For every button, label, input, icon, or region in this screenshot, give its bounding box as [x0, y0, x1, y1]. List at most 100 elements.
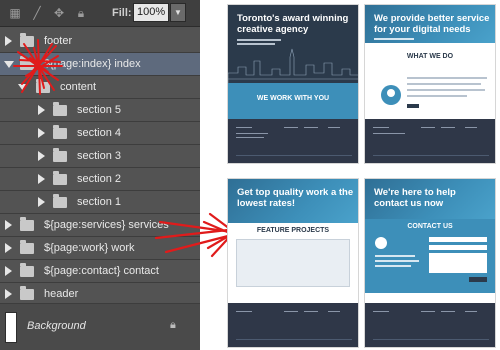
layers-toolbar: ▦ ╱ ✥ 🔒︎ Fill: 100% ▼	[0, 0, 200, 27]
layer-section-2[interactable]: section 2	[0, 168, 200, 191]
site-footer	[228, 303, 358, 347]
collapse-arrow-icon[interactable]	[4, 61, 14, 68]
preview-contact: We're here to help contact us now CONTAC…	[364, 178, 496, 348]
site-footer	[365, 303, 495, 347]
folder-icon	[53, 148, 67, 162]
expand-arrow-icon[interactable]	[5, 36, 12, 46]
layer-label: ${page:work} work	[44, 242, 135, 254]
form-submit	[469, 277, 487, 282]
text-line	[374, 38, 414, 40]
folder-icon	[20, 217, 34, 231]
hero-section: Toronto's award winning creative agency	[228, 5, 358, 83]
folder-icon	[53, 125, 67, 139]
fill-dropdown-button[interactable]: ▼	[170, 3, 186, 22]
section-title: CONTACT US	[407, 223, 453, 230]
hero-title: Get top quality work a the lowest rates!	[237, 187, 354, 209]
site-footer	[228, 119, 358, 163]
blue-band: WE WORK WITH YOU	[228, 83, 358, 121]
layer-content[interactable]: content	[0, 76, 200, 99]
transparency-lock-icon[interactable]: ▦	[8, 6, 22, 20]
move-icon[interactable]: ✥	[52, 6, 66, 20]
layer-label: section 4	[77, 127, 122, 139]
hero-title: Toronto's award winning creative agency	[237, 13, 349, 35]
form-field	[429, 237, 487, 242]
layers-panel: ▦ ╱ ✥ 🔒︎ Fill: 100% ▼ footer ${page:inde…	[0, 0, 200, 350]
text-line	[407, 77, 487, 79]
project-image-placeholder	[236, 239, 350, 287]
expand-arrow-icon[interactable]	[5, 220, 12, 230]
section-title: FEATURE PROJECTS	[256, 227, 330, 234]
text-line	[407, 95, 467, 97]
layer-section-5[interactable]: section 5	[0, 99, 200, 122]
section-title: WHAT WE DO	[406, 53, 454, 60]
city-skyline-illustration	[228, 48, 358, 83]
layer-section-1[interactable]: section 1	[0, 191, 200, 214]
layer-footer[interactable]: footer	[0, 30, 200, 53]
layer-index[interactable]: ${page:index} index	[0, 53, 200, 76]
hero-title: We're here to help contact us now	[374, 187, 456, 209]
preview-work: Get top quality work a the lowest rates!…	[227, 178, 359, 348]
layer-section-4[interactable]: section 4	[0, 122, 200, 145]
expand-arrow-icon[interactable]	[5, 243, 12, 253]
layer-label: section 1	[77, 196, 122, 208]
lock-icon[interactable]: 🔒︎	[74, 6, 88, 20]
layer-services[interactable]: ${page:services} services	[0, 214, 200, 237]
expand-arrow-icon[interactable]	[5, 289, 12, 299]
collapse-arrow-icon[interactable]	[18, 84, 28, 91]
contact-section: CONTACT US	[365, 219, 495, 293]
folder-icon	[20, 240, 34, 254]
folder-icon	[53, 194, 67, 208]
text-line	[407, 89, 485, 91]
expand-arrow-icon[interactable]	[38, 197, 45, 207]
form-field	[429, 245, 487, 250]
preview-index: Toronto's award winning creative agency …	[227, 4, 359, 164]
folder-icon	[20, 56, 34, 70]
folder-icon	[53, 171, 67, 185]
hero-section: Get top quality work a the lowest rates!	[228, 179, 358, 223]
layer-label: content	[60, 81, 97, 93]
layer-label: footer	[44, 35, 73, 47]
hero-title: We provide better service for your digit…	[374, 13, 490, 35]
text-line	[375, 260, 419, 262]
folder-icon	[53, 102, 67, 116]
logo-badge	[375, 237, 387, 249]
lock-icon: 🔒︎	[170, 319, 176, 331]
layer-label: section 5	[77, 104, 122, 116]
layer-label: Background	[27, 320, 86, 332]
paint-brush-icon[interactable]: ╱	[30, 6, 44, 20]
preview-services: We provide better service for your digit…	[364, 4, 496, 164]
form-textarea	[429, 253, 487, 273]
layer-label: header	[44, 288, 79, 300]
hero-section: We provide better service for your digit…	[365, 5, 495, 43]
layer-thumbnail	[5, 312, 17, 343]
layer-label: ${page:contact} contact	[44, 265, 159, 277]
layer-section-3[interactable]: section 3	[0, 145, 200, 168]
expand-arrow-icon[interactable]	[5, 266, 12, 276]
layer-label: section 3	[77, 150, 122, 162]
layer-label: ${page:index} index	[44, 58, 141, 70]
read-more-button	[407, 104, 419, 108]
layer-label: ${page:services} services	[44, 219, 169, 231]
layer-background[interactable]: Background 🔒︎	[0, 303, 200, 350]
expand-arrow-icon[interactable]	[38, 151, 45, 161]
folder-icon	[20, 33, 34, 47]
layer-contact[interactable]: ${page:contact} contact	[0, 260, 200, 283]
text-line	[375, 255, 415, 257]
layer-label: section 2	[77, 173, 122, 185]
layer-work[interactable]: ${page:work} work	[0, 237, 200, 260]
folder-icon	[36, 79, 50, 93]
text-line	[407, 83, 481, 85]
hero-section: We're here to help contact us now	[365, 179, 495, 219]
text-line	[375, 265, 411, 267]
folder-icon	[20, 286, 34, 300]
text-line	[237, 39, 281, 41]
band-title: WE WORK WITH YOU	[256, 95, 330, 102]
fill-label: Fill:	[112, 7, 132, 19]
folder-icon	[20, 263, 34, 277]
expand-arrow-icon[interactable]	[38, 128, 45, 138]
expand-arrow-icon[interactable]	[38, 174, 45, 184]
site-footer	[365, 119, 495, 163]
expand-arrow-icon[interactable]	[38, 105, 45, 115]
service-icon	[381, 85, 401, 105]
fill-input[interactable]: 100%	[133, 3, 169, 22]
